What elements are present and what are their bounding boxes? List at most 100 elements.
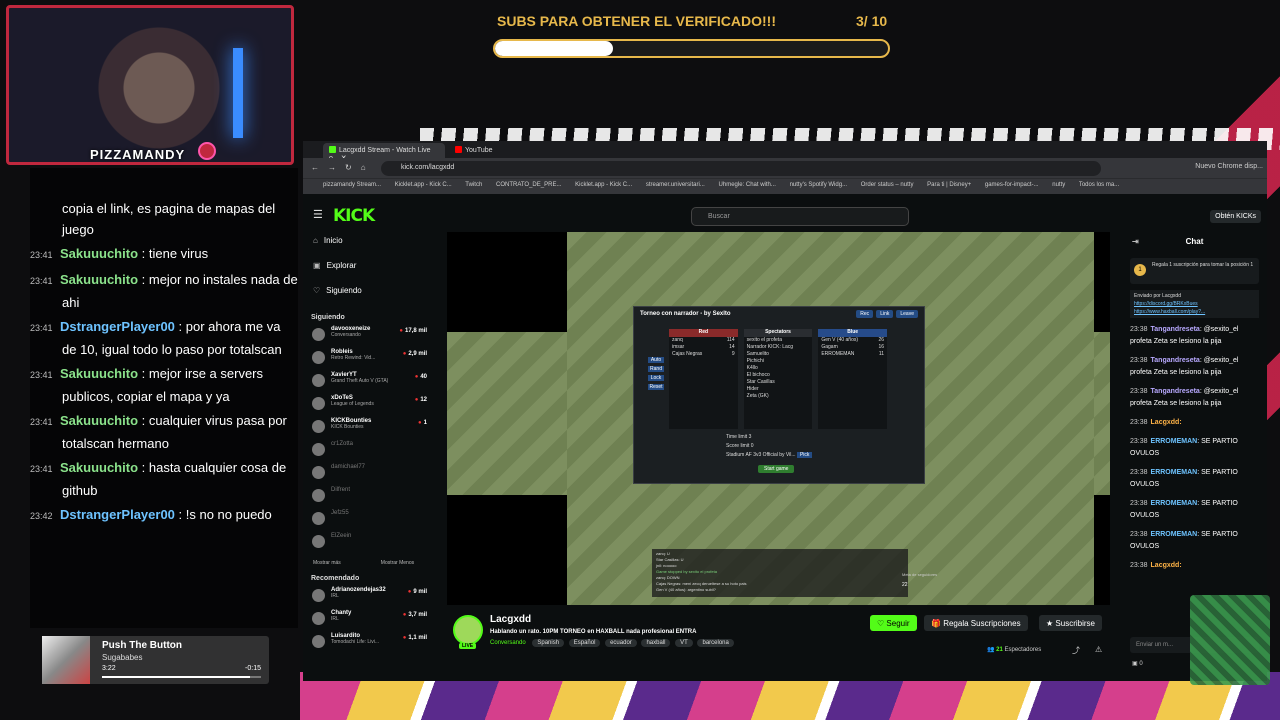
song-progress [102, 676, 261, 678]
get-kicks-button[interactable]: Obtén KICKs [1210, 210, 1261, 223]
player-row: ERROMEMAN 11 [818, 351, 887, 358]
sidebar-channel[interactable]: XavierYTGrand Theft Auto V (GTA)40 [303, 372, 433, 395]
collapse-chat-icon[interactable]: ⇥ [1132, 237, 1139, 246]
sidebar-channel[interactable]: ElZeein [303, 533, 433, 556]
bookmark[interactable]: Twitch [465, 182, 482, 188]
show-more-button[interactable]: Mostrar más [313, 560, 341, 566]
overlay-chat-message: copia el link, es pagina de mapas del ju… [62, 198, 298, 240]
tag[interactable]: Español [568, 639, 601, 647]
bookmark[interactable]: Para ti | Disney+ [927, 182, 971, 188]
sidebar-channel[interactable]: KICKBountiesKICK Bounties1 [303, 418, 433, 441]
pinned-link[interactable]: https://discord.gg/BRKxBues [1134, 300, 1255, 308]
report-icon[interactable]: ⚠ [1095, 645, 1102, 654]
channel-avatar [312, 535, 325, 548]
message-user[interactable]: Lacgxdd: [1151, 419, 1182, 426]
search-input[interactable]: Buscar [691, 207, 909, 226]
message-user: Sakuuuchito [60, 272, 139, 287]
time-limit: Time limit 3 [726, 434, 752, 440]
nav-label: Inicio [323, 236, 343, 245]
gift-subs-button[interactable]: 🎁 Regala Suscripciones [924, 615, 1028, 631]
nav-label: Siguiendo [326, 286, 362, 295]
player-row: Samuelito [744, 351, 813, 358]
nav-buttons[interactable]: ←→↻⌂ [311, 163, 375, 172]
sidebar-channel[interactable]: LuisarditoTomodachi Life: Livi...1,1 mil [303, 633, 433, 656]
sidebar-channel[interactable]: Adrianozendejas32IRL9 mil [303, 587, 433, 610]
message-user: DstrangerPlayer00 [60, 507, 175, 522]
channel-avatar[interactable] [453, 615, 483, 645]
bookmark[interactable]: nutty's Spotify Widg... [790, 182, 848, 188]
sidebar-channel[interactable]: cr1Zotta [303, 441, 433, 464]
bookmark[interactable]: pizzamandy Stream... [323, 182, 381, 188]
overlay-chat-message: 23:41 Sakuuuchito : mejor irse a servers … [30, 363, 298, 407]
pinned-link[interactable]: https://www.haxball.com/play?... [1134, 308, 1255, 316]
channel-viewers: 12 [415, 397, 427, 403]
message-user[interactable]: ERROMEMAN [1151, 531, 1198, 538]
tab-kick-stream[interactable]: Lacgxdd Stream - Watch Live o... ✕ [323, 143, 445, 162]
live-badge: LIVE [459, 643, 477, 649]
player-name: sexito el profeta [746, 337, 782, 343]
message-user[interactable]: Tangandreseta [1151, 326, 1200, 333]
bookmark[interactable]: streamer.universitari... [646, 182, 705, 188]
menu-icon[interactable]: ☰ [313, 208, 323, 221]
bookmark[interactable]: CONTRATO_DE_PRE... [496, 182, 561, 188]
message-time: 23:38 [1130, 531, 1148, 538]
message-user[interactable]: Tangandreseta [1151, 388, 1200, 395]
song-artist: Sugababes [102, 653, 143, 662]
chat-messages: 23:38 Tangandreseta: @sexito_el profeta Z… [1122, 324, 1267, 572]
overlay-chat-message: 23:41 Sakuuuchito : hasta cualquier cosa … [30, 457, 298, 501]
message-user[interactable]: ERROMEMAN [1151, 438, 1198, 445]
tab-label: YouTube [465, 147, 493, 154]
kick-page: ☰ KICK Buscar Obtén KICKs ⌂ Inicio ▣ Explo… [303, 194, 1267, 681]
tag[interactable]: haxball [641, 639, 671, 647]
bookmark[interactable]: nutty [1052, 182, 1065, 188]
tag[interactable]: VT [675, 639, 693, 647]
chrome-update-button[interactable]: Nuevo Chrome disp... [1195, 163, 1263, 170]
gift-leaderboard-banner[interactable]: Regala 1 suscripción para tomar la posic… [1130, 258, 1259, 284]
bookmark[interactable]: Order status – nutty [861, 182, 914, 188]
channel-name[interactable]: Lacgxdd [490, 614, 531, 625]
sidebar-channel[interactable]: Jefz55 [303, 510, 433, 533]
bookmark[interactable]: Kicklet.app - Kick C... [575, 182, 632, 188]
channel-viewers: 1 [418, 420, 427, 426]
tag[interactable]: ecuador [605, 639, 637, 647]
stream-category[interactable]: Conversando [490, 640, 526, 646]
chat-message: 23:38 Lacgxdd: [1122, 560, 1267, 572]
sidebar-channel[interactable]: damichael77 [303, 464, 433, 487]
player-row: Hider [744, 386, 813, 393]
sidebar-channel[interactable]: RobleisRetro Rewind: Vid...2,9 mil [303, 349, 433, 372]
bookmark[interactable]: Uhmegle: Chat with... [719, 182, 776, 188]
message-user[interactable]: Lacgxdd: [1151, 562, 1182, 569]
nav-following[interactable]: ♡ Siguiendo [313, 286, 433, 311]
message-user[interactable]: ERROMEMAN [1151, 500, 1198, 507]
address-bar[interactable]: kick.com/lacgxdd [381, 161, 1101, 176]
show-less-button[interactable]: Mostrar Menos [381, 560, 414, 566]
sidebar-channel[interactable]: Dilfrent [303, 487, 433, 510]
tag[interactable]: Spanish [532, 639, 565, 647]
share-icon[interactable]: ⤴ [1072, 645, 1080, 656]
sub-goal-fill [495, 41, 613, 56]
overlay-chat-message: 23:41 Sakuuuchito : tiene virus [30, 243, 298, 266]
sidebar-channel[interactable]: ChantyIRL3,7 mil [303, 610, 433, 633]
bookmark[interactable]: Kicklet.app - Kick C... [395, 182, 452, 188]
sidebar-channel[interactable]: xDoTeSLeague of Legends12 [303, 395, 433, 418]
follow-button[interactable]: ♡ Seguir [870, 615, 917, 631]
nav-explore[interactable]: ▣ Explorar [313, 261, 433, 286]
tab-youtube[interactable]: YouTube [449, 143, 499, 158]
kick-logo[interactable]: KICK [333, 206, 375, 226]
video-player[interactable]: Torneo con narrador - by Sexlto Rec Link L… [447, 232, 1110, 605]
channel-name: Jefz55 [331, 510, 349, 516]
bookmark[interactable]: games-for-impact-... [985, 182, 1039, 188]
message-user[interactable]: ERROMEMAN [1151, 469, 1198, 476]
player-row: imsar 14 [669, 344, 738, 351]
message-user[interactable]: Tangandreseta [1151, 357, 1200, 364]
channel-viewers: 3,7 mil [403, 612, 427, 618]
viewer-count: 👥 21 Espectadores [987, 647, 1042, 653]
room-buttons: Rec Link Leave [853, 310, 918, 318]
bookmark[interactable]: Todos los ma... [1079, 182, 1119, 188]
tag[interactable]: barcelona [697, 639, 734, 647]
sidebar-channel[interactable]: davooxeneizeConversando17,8 mil [303, 326, 433, 349]
nav-home[interactable]: ⌂ Inicio [313, 236, 433, 261]
message-user: Sakuuuchito [60, 246, 139, 261]
message-time: 23:38 [1130, 562, 1148, 569]
subscribe-button[interactable]: ★ Suscribirse [1039, 615, 1102, 631]
